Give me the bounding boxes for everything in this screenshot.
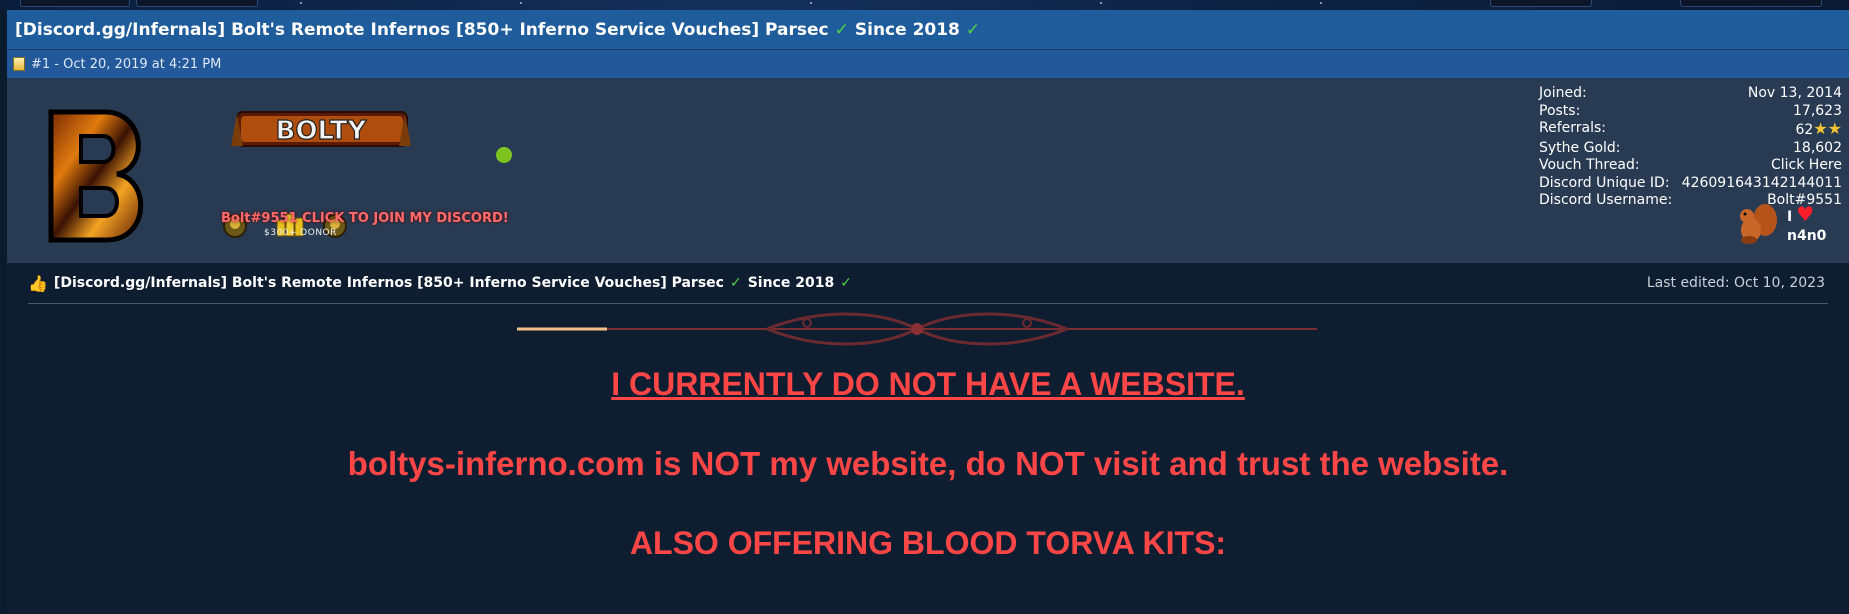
post-date[interactable]: Oct 20, 2019 at 4:21 PM bbox=[63, 57, 221, 72]
banner-discord-link[interactable]: Bolt#9551 CLICK TO JOIN MY DISCORD! bbox=[221, 211, 509, 226]
squirrel-icon bbox=[1740, 204, 1777, 244]
header-backdrop bbox=[0, 0, 1849, 10]
check-icon: ✓ bbox=[840, 275, 852, 291]
stat-row: Vouch Thread: Click Here bbox=[1539, 157, 1842, 175]
banner-donor-label: $300+ DONOR bbox=[264, 228, 337, 238]
badge-name-text: n4n0 bbox=[1787, 228, 1827, 244]
stat-label: Joined: bbox=[1539, 85, 1587, 101]
heart-icon: ♥ bbox=[1796, 202, 1815, 226]
post-title-since: Since 2018 bbox=[747, 275, 835, 291]
post-body: 👍 [Discord.gg/Infernals] Bolt's Remote I… bbox=[7, 263, 1849, 561]
user-badges: I ♥ n4n0 bbox=[1735, 200, 1835, 248]
thread-title-since[interactable]: Since 2018 bbox=[855, 20, 960, 40]
thread-title-bar: [Discord.gg/Infernals] Bolt's Remote Inf… bbox=[7, 10, 1849, 50]
check-icon: ✓ bbox=[965, 19, 981, 40]
cut-off-text-line bbox=[70, 548, 1770, 560]
user-signature-banner[interactable]: BOLTY Bolt#9551 CLICK TO JOIN MY DISCORD… bbox=[219, 106, 549, 246]
stat-label: Vouch Thread: bbox=[1539, 157, 1640, 173]
stat-label: Discord Username: bbox=[1539, 192, 1673, 208]
stat-row: Referrals: 62★★ bbox=[1539, 120, 1842, 140]
stat-label: Referrals: bbox=[1539, 120, 1606, 136]
vouch-thread-link[interactable]: Click Here bbox=[1771, 157, 1842, 175]
check-icon: ✓ bbox=[729, 275, 742, 291]
user-info-bar: BOLTY Bolt#9551 CLICK TO JOIN MY DISCORD… bbox=[7, 78, 1849, 263]
nav-tab-stub[interactable] bbox=[1490, 0, 1592, 7]
post-number[interactable]: #1 bbox=[31, 57, 50, 72]
notice-warning: boltys-inferno.com is NOT my website, do… bbox=[347, 445, 1509, 482]
thread-title[interactable]: [Discord.gg/Infernals] Bolt's Remote Inf… bbox=[15, 20, 829, 40]
badge-i-text: I ♥ bbox=[1787, 202, 1815, 226]
nav-tab-stub[interactable] bbox=[20, 0, 130, 7]
stat-value: 62★★ bbox=[1795, 120, 1842, 140]
online-status-indicator bbox=[496, 147, 512, 163]
user-stats: Joined: Nov 13, 2014 Posts: 17,623 Refer… bbox=[1539, 85, 1842, 210]
ornamental-divider bbox=[517, 312, 1317, 346]
check-icon: ✓ bbox=[834, 19, 849, 40]
post-meta-separator: - bbox=[50, 56, 64, 72]
post-title: [Discord.gg/Infernals] Bolt's Remote Inf… bbox=[53, 275, 724, 291]
notice-heading: I CURRENTLY DO NOT HAVE A WEBSITE. bbox=[611, 366, 1245, 402]
stat-value[interactable]: 17,623 bbox=[1793, 103, 1842, 121]
banner-logo-text: BOLTY bbox=[276, 116, 368, 146]
post-meta-bar: #1 - Oct 20, 2019 at 4:21 PM bbox=[7, 50, 1849, 78]
referrals-count: 62 bbox=[1795, 122, 1814, 138]
post-header: 👍 [Discord.gg/Infernals] Bolt's Remote I… bbox=[28, 263, 1828, 304]
thumbs-up-icon: 👍 bbox=[28, 273, 48, 293]
nav-tab-stub[interactable] bbox=[136, 0, 258, 7]
star-icon: ★★ bbox=[1813, 119, 1842, 138]
stat-value: Nov 13, 2014 bbox=[1747, 85, 1842, 101]
stat-row: Discord Unique ID: 426091643142144011 bbox=[1539, 175, 1842, 193]
stat-label: Posts: bbox=[1539, 102, 1581, 119]
post-permalink-icon bbox=[13, 57, 25, 71]
user-avatar[interactable] bbox=[45, 108, 149, 244]
stat-value: 18,602 bbox=[1793, 139, 1842, 156]
stat-label: Discord Unique ID: bbox=[1539, 174, 1670, 191]
stat-row: Sythe Gold: 18,602 bbox=[1539, 140, 1842, 158]
post-container: [Discord.gg/Infernals] Bolt's Remote Inf… bbox=[7, 10, 1849, 614]
stat-label: Sythe Gold: bbox=[1539, 139, 1621, 156]
stat-row: Joined: Nov 13, 2014 bbox=[1539, 85, 1842, 103]
nav-tab-stub[interactable] bbox=[1680, 0, 1822, 7]
stat-value: 426091643142144011 bbox=[1681, 174, 1842, 191]
stat-row: Posts: 17,623 bbox=[1539, 103, 1842, 121]
last-edited: Last edited: Oct 10, 2023 bbox=[1646, 275, 1825, 291]
